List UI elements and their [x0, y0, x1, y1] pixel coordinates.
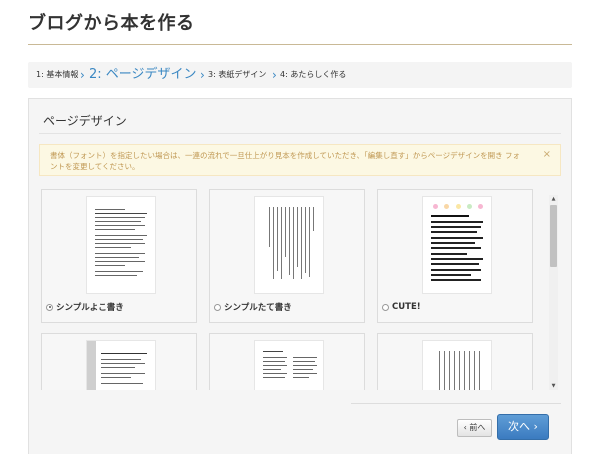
design-option-simple-horizontal[interactable]: シンプルよこ書き [46, 301, 124, 313]
step-create-new: 4: あたらしく作る [280, 70, 347, 79]
design-card-cute[interactable]: CUTE! [377, 189, 533, 323]
radio-button[interactable] [214, 303, 221, 311]
scroll-down-arrow-icon[interactable]: ▼ [549, 382, 558, 390]
design-label: CUTE! [392, 302, 421, 312]
panel-divider [39, 133, 561, 134]
design-label: シンプルよこ書き [56, 303, 124, 313]
next-button[interactable]: 次へ › [497, 414, 549, 440]
footer-divider [351, 403, 561, 404]
page-preview-thumbnail [86, 196, 156, 294]
page-preview-thumbnail [422, 196, 492, 294]
step-cover-design: 3: 表紙デザイン [208, 70, 267, 79]
step-separator-icon: › [80, 68, 85, 82]
page-preview-thumbnail [254, 340, 324, 390]
scroll-up-arrow-icon[interactable]: ▲ [549, 195, 558, 203]
design-card-two-column[interactable] [209, 333, 365, 390]
page-preview-thumbnail [86, 340, 156, 390]
decorative-dots [433, 204, 483, 209]
design-card-vertical-classic[interactable] [377, 333, 533, 390]
radio-button-checked[interactable] [46, 303, 53, 311]
design-option-simple-vertical[interactable]: シンプルたて書き [214, 301, 292, 313]
prev-button[interactable]: ‹ 前へ [457, 419, 492, 437]
page-preview-thumbnail [422, 340, 492, 390]
design-option-cute[interactable]: CUTE! [382, 301, 421, 313]
design-list-scrollbar[interactable]: ▲ ▼ [549, 195, 558, 390]
title-divider [28, 44, 572, 45]
page-title: ブログから本を作る [28, 13, 195, 34]
alert-text: 書体（フォント）を指定したい場合は、一連の流れで一旦仕上がり見本を作成していただ… [50, 151, 521, 171]
panel-title: ページデザイン [43, 114, 127, 128]
close-icon[interactable]: × [543, 149, 551, 160]
step-separator-icon: › [200, 68, 205, 82]
design-label: シンプルたて書き [224, 303, 292, 313]
design-card-simple-vertical[interactable]: シンプルたて書き [209, 189, 365, 323]
step-separator-icon: › [272, 68, 277, 82]
page-design-panel: ページデザイン 書体（フォント）を指定したい場合は、一連の流れで一旦仕上がり見本… [28, 98, 572, 454]
design-card-simple-horizontal[interactable]: シンプルよこ書き [41, 189, 197, 323]
design-card-sidebar[interactable] [41, 333, 197, 390]
step-breadcrumb: 1: 基本情報 › 2: ページデザイン › 3: 表紙デザイン › 4: あた… [28, 62, 572, 88]
step-page-design: 2: ページデザイン [89, 67, 197, 82]
page-preview-thumbnail [254, 196, 324, 294]
radio-button[interactable] [382, 303, 389, 311]
scroll-thumb[interactable] [550, 205, 557, 267]
font-notice-alert: 書体（フォント）を指定したい場合は、一連の流れで一旦仕上がり見本を作成していただ… [39, 144, 561, 176]
design-grid: シンプルよこ書き シンプルたて書き CUTE! [39, 187, 547, 390]
step-basic-info[interactable]: 1: 基本情報 [36, 62, 78, 88]
